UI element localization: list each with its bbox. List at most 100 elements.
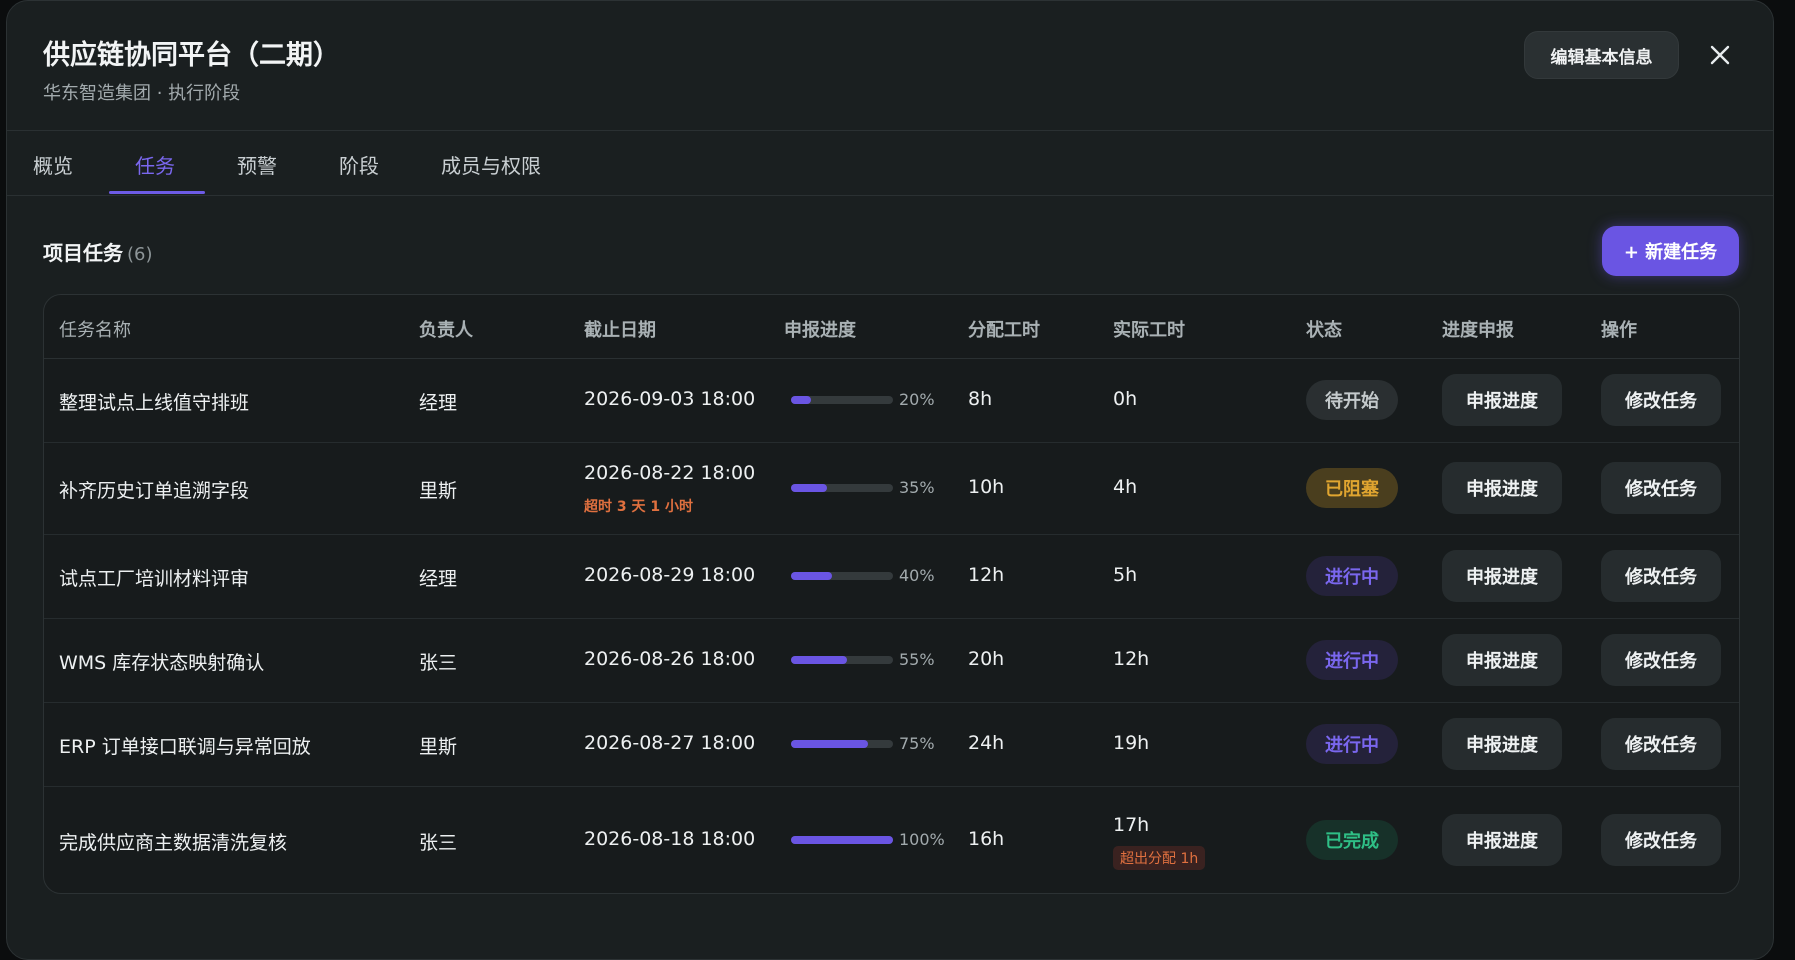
actual-hours: 5h	[1113, 564, 1138, 586]
task-name: ERP 订单接口联调与异常回放	[59, 736, 311, 758]
project-title: 供应链协同平台（二期）	[43, 40, 340, 71]
task-due-date: 2026-08-27 18:00	[584, 732, 756, 754]
modal-header: 供应链协同平台（二期） 华东智造集团 · 执行阶段 编辑基本信息	[7, 1, 1773, 131]
task-owner: 里斯	[419, 736, 458, 758]
report-progress-button[interactable]: 申报进度	[1442, 634, 1562, 686]
edit-task-button[interactable]: 修改任务	[1601, 634, 1721, 686]
table-row: 试点工厂培训材料评审 经理 2026-08-29 18:00 40% 12h 5h 进行中 申…	[44, 534, 1739, 619]
progress-percent: 20%	[899, 390, 935, 409]
tab-tasks[interactable]: 任务	[135, 150, 175, 179]
col-name: 任务名称	[59, 320, 131, 341]
report-progress-button[interactable]: 申报进度	[1442, 462, 1562, 514]
progress-bar	[791, 656, 893, 664]
col-actual: 实际工时	[1113, 320, 1185, 341]
task-due-date: 2026-08-29 18:00	[584, 564, 756, 586]
edit-task-button[interactable]: 修改任务	[1601, 374, 1721, 426]
table-row: WMS 库存状态映射确认 张三 2026-08-26 18:00 55% 20h 12h 进…	[44, 618, 1739, 703]
table-row: ERP 订单接口联调与异常回放 里斯 2026-08-27 18:00 75% 24h 1…	[44, 702, 1739, 787]
project-subtitle: 华东智造集团 · 执行阶段	[43, 83, 241, 104]
allocated-hours: 24h	[968, 732, 1005, 754]
progress-bar	[791, 396, 893, 404]
progress-bar	[791, 484, 893, 492]
progress-percent: 40%	[899, 566, 935, 585]
table-header: 任务名称 负责人 截止日期 申报进度 分配工时 实际工时 状态 进度申报 操作	[44, 295, 1739, 359]
progress-percent: 55%	[899, 650, 935, 669]
project-detail-modal: 供应链协同平台（二期） 华东智造集团 · 执行阶段 编辑基本信息 概览 任务 预…	[6, 0, 1774, 960]
task-owner: 经理	[419, 568, 458, 590]
allocated-hours: 10h	[968, 476, 1005, 498]
task-due-date: 2026-08-22 18:00	[584, 462, 756, 484]
task-name: 试点工厂培训材料评审	[59, 568, 250, 590]
task-name: 整理试点上线值守排班	[59, 392, 250, 414]
col-owner: 负责人	[419, 320, 473, 341]
status-badge: 已完成	[1306, 820, 1398, 860]
edit-basic-info-button[interactable]: 编辑基本信息	[1524, 31, 1679, 79]
actual-hours: 0h	[1113, 388, 1138, 410]
col-ops: 操作	[1601, 320, 1637, 341]
section-title-text: 项目任务	[43, 241, 123, 265]
table-row: 整理试点上线值守排班 经理 2026-09-03 18:00 20% 8h 0h 待开始 申报…	[44, 358, 1739, 443]
task-due-date: 2026-09-03 18:00	[584, 388, 756, 410]
status-badge: 进行中	[1306, 640, 1398, 680]
col-report: 进度申报	[1442, 320, 1514, 341]
actual-hours: 17h	[1113, 814, 1150, 836]
edit-task-button[interactable]: 修改任务	[1601, 814, 1721, 866]
report-progress-button[interactable]: 申报进度	[1442, 374, 1562, 426]
overdue-note: 超时 3 天 1 小时	[584, 499, 693, 515]
col-progress: 申报进度	[784, 320, 856, 341]
tab-members[interactable]: 成员与权限	[441, 150, 541, 179]
progress-bar	[791, 572, 893, 580]
actual-hours: 19h	[1113, 732, 1150, 754]
progress-bar-fill	[791, 572, 832, 580]
actual-hours: 4h	[1113, 476, 1138, 498]
task-name: WMS 库存状态映射确认	[59, 652, 265, 674]
progress-bar-fill	[791, 740, 868, 748]
col-status: 状态	[1306, 320, 1342, 341]
allocated-hours: 20h	[968, 648, 1005, 670]
close-icon	[1710, 45, 1730, 65]
progress-bar-fill	[791, 836, 893, 844]
progress-bar	[791, 836, 893, 844]
section-title: 项目任务 (6)	[43, 237, 153, 266]
task-count: (6)	[127, 244, 153, 265]
report-progress-button[interactable]: 申报进度	[1442, 814, 1562, 866]
edit-task-button[interactable]: 修改任务	[1601, 718, 1721, 770]
task-owner: 张三	[419, 832, 458, 854]
task-name: 补齐历史订单追溯字段	[59, 480, 250, 502]
actual-hours: 12h	[1113, 648, 1150, 670]
allocated-hours: 12h	[968, 564, 1005, 586]
status-badge: 待开始	[1306, 380, 1398, 420]
task-due-date: 2026-08-18 18:00	[584, 828, 756, 850]
over-allocation-note: 超出分配 1h	[1113, 846, 1206, 870]
close-button[interactable]	[1702, 37, 1738, 73]
edit-task-button[interactable]: 修改任务	[1601, 550, 1721, 602]
tab-overview[interactable]: 概览	[33, 150, 73, 179]
progress-bar-fill	[791, 484, 827, 492]
task-due-date: 2026-08-26 18:00	[584, 648, 756, 670]
col-allocated: 分配工时	[968, 320, 1040, 341]
progress-percent: 75%	[899, 734, 935, 753]
progress-percent: 100%	[899, 830, 945, 849]
task-owner: 经理	[419, 392, 458, 414]
allocated-hours: 16h	[968, 828, 1005, 850]
task-owner: 里斯	[419, 480, 458, 502]
progress-bar	[791, 740, 893, 748]
status-badge: 已阻塞	[1306, 468, 1398, 508]
task-name: 完成供应商主数据清洗复核	[59, 832, 288, 854]
task-owner: 张三	[419, 652, 458, 674]
tab-alerts[interactable]: 预警	[237, 150, 277, 179]
status-badge: 进行中	[1306, 724, 1398, 764]
allocated-hours: 8h	[968, 388, 993, 410]
new-task-button[interactable]: + 新建任务	[1602, 226, 1739, 276]
active-tab-indicator	[109, 191, 205, 194]
edit-task-button[interactable]: 修改任务	[1601, 462, 1721, 514]
progress-bar-fill	[791, 396, 811, 404]
report-progress-button[interactable]: 申报进度	[1442, 550, 1562, 602]
report-progress-button[interactable]: 申报进度	[1442, 718, 1562, 770]
status-badge: 进行中	[1306, 556, 1398, 596]
progress-percent: 35%	[899, 478, 935, 497]
col-due: 截止日期	[584, 320, 656, 341]
tab-bar: 概览 任务 预警 阶段 成员与权限	[7, 131, 1773, 196]
tab-phases[interactable]: 阶段	[339, 150, 379, 179]
table-row: 完成供应商主数据清洗复核 张三 2026-08-18 18:00 100% 16h 17h…	[44, 786, 1739, 893]
